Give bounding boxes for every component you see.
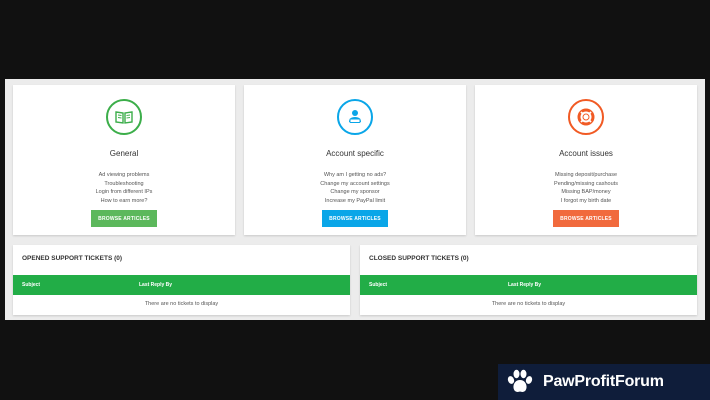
topic-card-account-issues: Account issues Missing deposit/purchase … [475,85,697,235]
topic-link[interactable]: Ad viewing problems [13,171,235,180]
column-last-reply[interactable]: Last Reply By [139,282,172,288]
book-icon [106,99,142,135]
closed-tickets-header: Subject Last Reply By [360,275,697,295]
column-last-reply[interactable]: Last Reply By [508,282,541,288]
opened-tickets-title: OPENED SUPPORT TICKETS (0) [22,255,123,262]
topic-links: Missing deposit/purchase Pending/missing… [475,171,697,205]
support-panel: General Ad viewing problems Troubleshoot… [5,79,705,320]
topic-title: Account issues [559,149,613,158]
topic-card-general: General Ad viewing problems Troubleshoot… [13,85,235,235]
browse-articles-button[interactable]: BROWSE ARTICLES [553,210,619,227]
topic-card-account-specific: Account specific Why am I getting no ads… [244,85,466,235]
column-subject[interactable]: Subject [22,282,40,288]
watermark-text: PawProfitForum [543,373,664,390]
topic-link[interactable]: Change my account settings [244,180,466,189]
topic-links: Ad viewing problems Troubleshooting Logi… [13,171,235,205]
topic-link[interactable]: Troubleshooting [13,180,235,189]
closed-tickets-title: CLOSED SUPPORT TICKETS (0) [369,255,469,262]
topic-title: Account specific [326,149,384,158]
column-subject[interactable]: Subject [369,282,387,288]
opened-tickets-card: OPENED SUPPORT TICKETS (0) Subject Last … [13,245,350,315]
topic-link[interactable]: Why am I getting no ads? [244,171,466,180]
topic-link[interactable]: How to earn more? [13,197,235,206]
closed-tickets-card: CLOSED SUPPORT TICKETS (0) Subject Last … [360,245,697,315]
paw-icon [506,369,534,395]
topic-link[interactable]: Increase my PayPal limit [244,197,466,206]
topic-links: Why am I getting no ads? Change my accou… [244,171,466,205]
topic-link[interactable]: Missing deposit/purchase [475,171,697,180]
topic-link[interactable]: Login from different IPs [13,188,235,197]
topic-link[interactable]: Change my sponsor [244,188,466,197]
browse-articles-button[interactable]: BROWSE ARTICLES [322,210,388,227]
topic-link[interactable]: I forgot my birth date [475,197,697,206]
topic-title: General [109,149,139,158]
lifebuoy-icon [568,99,604,135]
topic-link[interactable]: Pending/missing cashouts [475,180,697,189]
closed-tickets-empty: There are no tickets to display [491,301,566,307]
opened-tickets-empty: There are no tickets to display [144,301,219,307]
topic-link[interactable]: Missing BAP/money [475,188,697,197]
pawprofitforum-watermark: PawProfitForum [498,364,710,400]
opened-tickets-header: Subject Last Reply By [13,275,350,295]
browse-articles-button[interactable]: BROWSE ARTICLES [91,210,157,227]
user-icon [337,99,373,135]
